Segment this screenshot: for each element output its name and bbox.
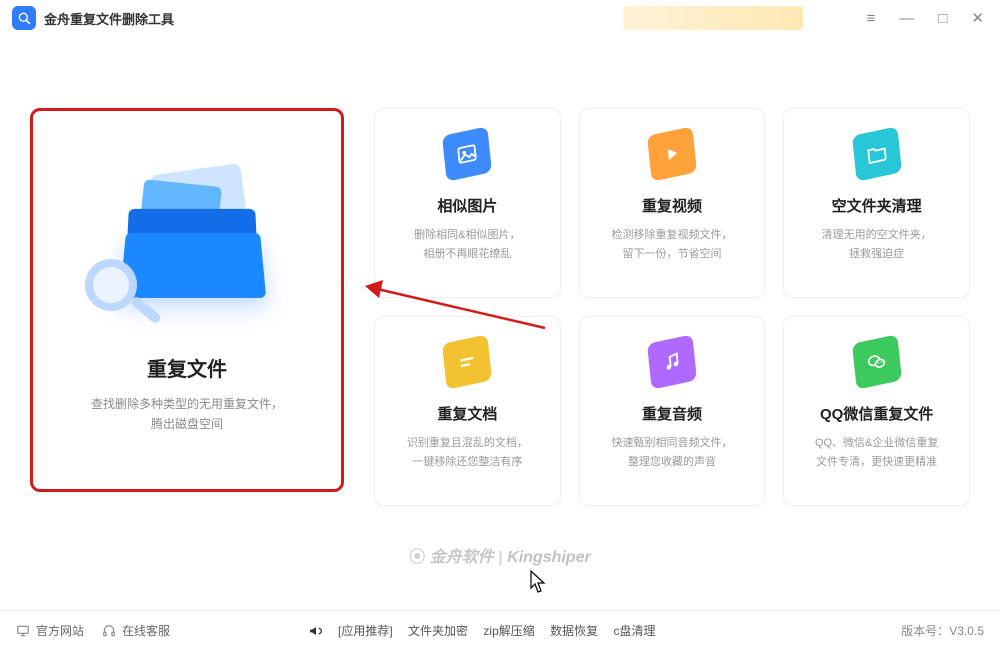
version-label: 版本号：V3.0.5	[901, 622, 984, 639]
card-duplicate-docs[interactable]: 重复文档 识别重复且混乱的文档，一键移除还您整洁有序	[374, 316, 561, 506]
app-logo	[12, 6, 36, 30]
close-icon[interactable]: ✕	[967, 7, 988, 29]
image-icon	[442, 126, 492, 181]
card-title: 空文件夹清理	[832, 195, 922, 216]
card-desc: 识别重复且混乱的文档，一键移除还您整洁有序	[407, 434, 528, 471]
card-title: 相似图片	[437, 195, 497, 216]
card-title: 重复文档	[437, 403, 497, 424]
card-desc: 删除相同&相似图片，相册不再眼花缭乱	[414, 226, 520, 263]
recommended-apps: [应用推荐] 文件夹加密 zip解压缩 数据恢复 c盘清理	[332, 622, 661, 639]
monitor-icon	[16, 624, 30, 638]
card-desc: 快速甄别相同音频文件，整理您收藏的声音	[611, 434, 732, 471]
app-title: 金舟重复文件删除工具	[44, 9, 174, 28]
card-title: 重复音频	[642, 403, 702, 424]
headset-icon	[102, 624, 116, 638]
link-cdrive[interactable]: c盘清理	[613, 624, 655, 638]
card-desc: QQ、微信&企业微信重复文件专清，更快速更精准	[815, 434, 938, 471]
card-title: 重复视频	[642, 195, 702, 216]
folder-icon	[852, 126, 902, 181]
promo-banner[interactable]	[623, 6, 803, 30]
maximize-icon[interactable]: □	[934, 8, 951, 29]
minimize-icon[interactable]: —	[895, 8, 918, 29]
link-encrypt[interactable]: 文件夹加密	[408, 624, 468, 638]
rec-label: [应用推荐]	[338, 624, 393, 638]
customer-service-link[interactable]: 在线客服	[102, 622, 170, 639]
card-duplicate-files[interactable]: 重复文件 查找删除多种类型的无用重复文件， 腾出磁盘空间	[30, 108, 344, 492]
mouse-cursor-icon	[530, 570, 548, 594]
brand-watermark: ⦿ 金舟软件 | Kingshiper	[0, 543, 1000, 567]
duplicate-files-illustration	[77, 147, 297, 327]
link-zip[interactable]: zip解压缩	[483, 624, 534, 638]
card-duplicate-video[interactable]: 重复视频 检测移除重复视频文件，留下一份，节省空间	[579, 108, 766, 298]
main-card-desc: 查找删除多种类型的无用重复文件， 腾出磁盘空间	[91, 394, 283, 435]
wechat-icon	[852, 334, 902, 389]
music-icon	[647, 334, 697, 389]
official-site-link[interactable]: 官方网站	[16, 622, 84, 639]
megaphone-icon	[308, 623, 324, 639]
title-bar: 金舟重复文件删除工具 ≡ — □ ✕	[0, 0, 1000, 36]
card-duplicate-audio[interactable]: 重复音频 快速甄别相同音频文件，整理您收藏的声音	[579, 316, 766, 506]
card-similar-images[interactable]: 相似图片 删除相同&相似图片，相册不再眼花缭乱	[374, 108, 561, 298]
main-card-title: 重复文件	[147, 353, 227, 382]
card-desc: 清理无用的空文件夹，拯救强迫症	[822, 226, 932, 263]
card-qq-wechat[interactable]: QQ微信重复文件 QQ、微信&企业微信重复文件专清，更快速更精准	[783, 316, 970, 506]
footer-bar: 官方网站 在线客服 [应用推荐] 文件夹加密 zip解压缩 数据恢复 c盘清理 …	[0, 610, 1000, 650]
link-recovery[interactable]: 数据恢复	[550, 624, 598, 638]
card-empty-folder[interactable]: 空文件夹清理 清理无用的空文件夹，拯救强迫症	[783, 108, 970, 298]
card-title: QQ微信重复文件	[820, 403, 933, 424]
card-desc: 检测移除重复视频文件，留下一份，节省空间	[611, 226, 732, 263]
document-icon	[442, 334, 492, 389]
menu-icon[interactable]: ≡	[863, 8, 880, 29]
video-icon	[647, 126, 697, 181]
